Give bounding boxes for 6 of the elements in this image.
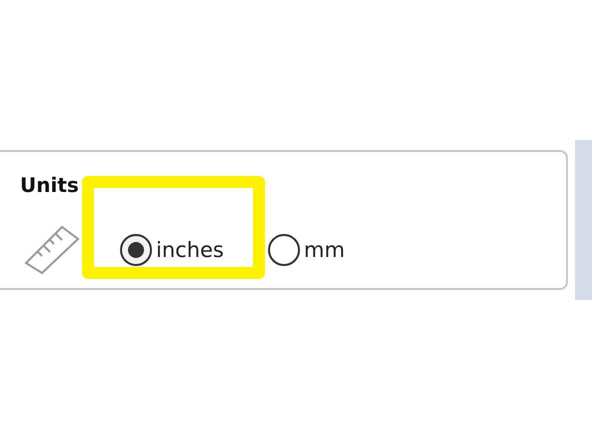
option-label: inches [156,237,224,264]
group-title: Units [20,172,79,198]
ruler-icon [24,225,80,275]
radio-button[interactable] [268,234,300,266]
radio-button[interactable] [120,234,152,266]
option-label: mm [304,237,345,264]
